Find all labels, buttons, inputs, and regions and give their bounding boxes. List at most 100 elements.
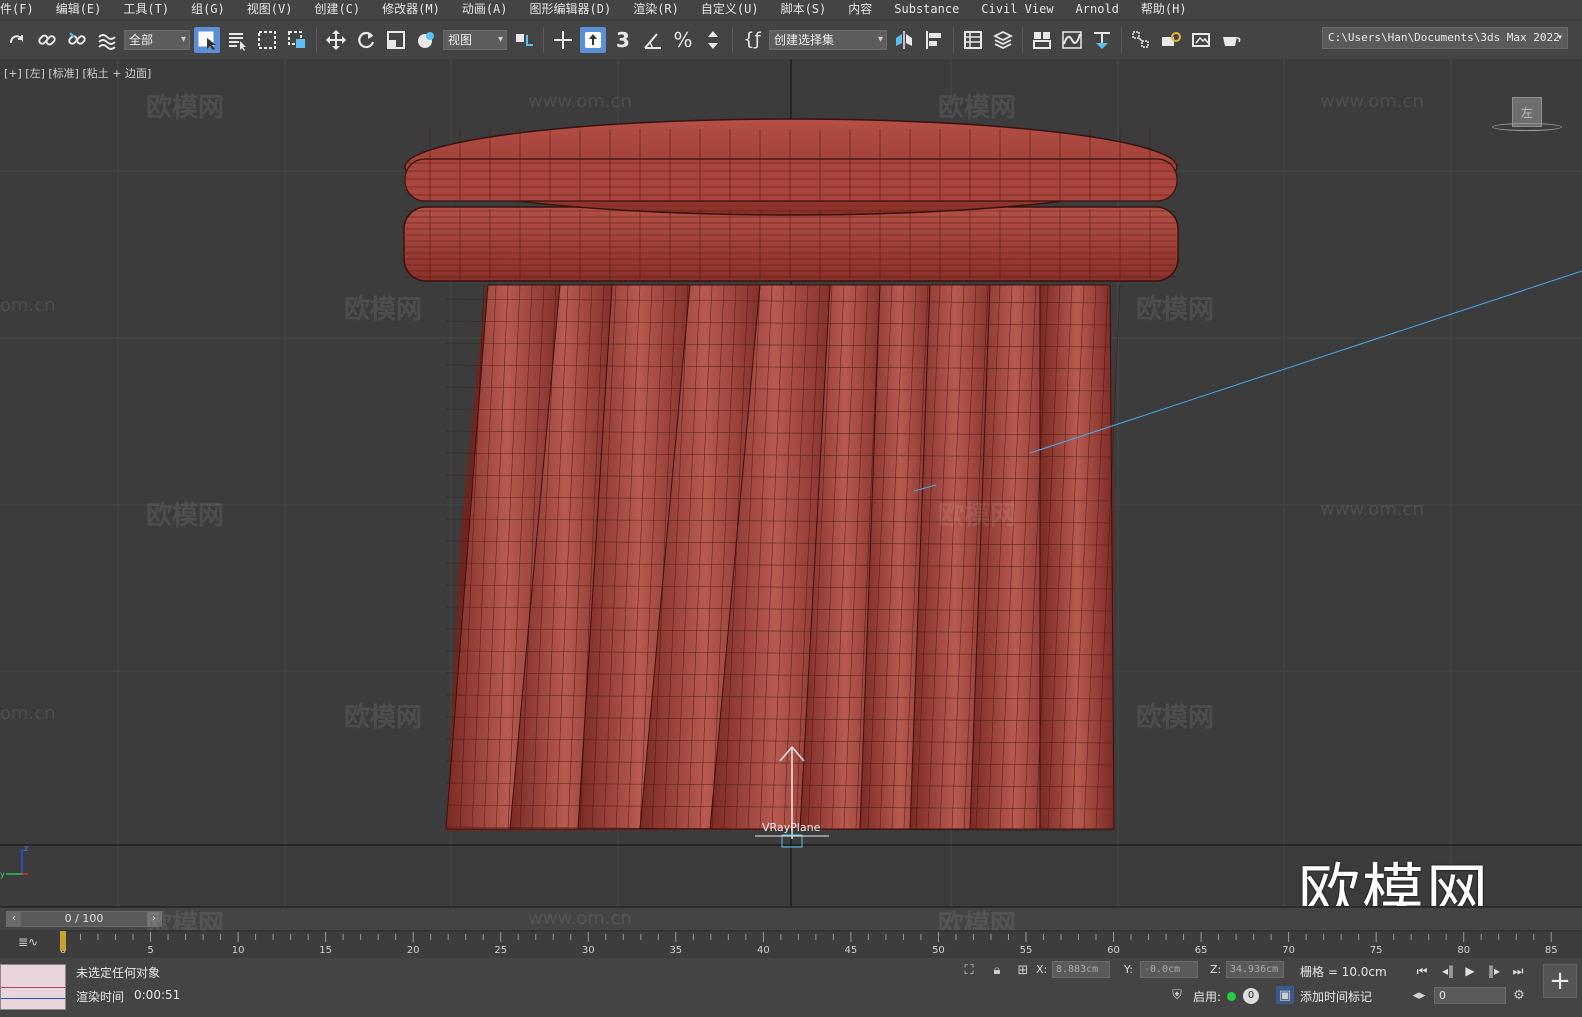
edit-named-selection-icon[interactable]: {ƒ [739, 27, 765, 53]
shield-icon[interactable]: ⛨ [1168, 986, 1186, 1004]
unlink-icon[interactable] [64, 27, 90, 53]
watermark: 欧模网 [1136, 703, 1215, 733]
play-icon[interactable]: ▶ [1460, 963, 1480, 979]
absolute-mode-icon[interactable]: ⊞ [1014, 961, 1032, 979]
align-icon[interactable] [921, 27, 947, 53]
menu-item-7[interactable]: 动画(A) [448, 0, 516, 19]
snaps-toggle-icon[interactable]: 3 [610, 27, 636, 53]
enable-count-badge[interactable]: 0 [1243, 988, 1259, 1004]
tick-label: 80 [1457, 945, 1470, 956]
layer-explorer-icon[interactable] [990, 27, 1016, 53]
move-icon[interactable] [323, 27, 349, 53]
select-by-name-icon[interactable] [224, 27, 250, 53]
rendered-frame-window-icon[interactable] [1188, 27, 1214, 53]
pivot-center-icon[interactable] [511, 27, 537, 53]
menu-item-15[interactable]: Arnold [1062, 0, 1127, 19]
y-coordinate-field[interactable]: -0.0cm [1140, 961, 1198, 978]
maxscript-listener[interactable] [0, 964, 66, 1010]
window-crossing-icon[interactable] [284, 27, 310, 53]
viewcube-ring[interactable] [1492, 123, 1562, 131]
create-panel-icon[interactable]: + [1543, 964, 1577, 998]
render-production-icon[interactable] [1218, 27, 1244, 53]
track-bar[interactable]: ≣∿ 0510152025303540455055606570758085 [0, 930, 1582, 958]
selection-status: 未选定任何对象 [76, 966, 161, 980]
time-slider[interactable]: ‹ 0 / 100 › 欧模网 www.om.cn 欧模网 [0, 908, 1582, 940]
toolbar-separator [543, 26, 544, 53]
watermark: 欧模网 [344, 295, 423, 325]
menu-item-2[interactable]: 工具(T) [109, 0, 177, 19]
project-path-text: C:\Users\Han\Documents\3ds Max 2022 [1328, 31, 1560, 44]
menu-item-1[interactable]: 编辑(E) [42, 0, 110, 19]
current-frame-input[interactable]: 0 [1434, 987, 1506, 1004]
named-selection-dropdown[interactable]: 创建选择集 [769, 29, 887, 50]
chevron-down-icon[interactable]: ▾ [1557, 28, 1563, 48]
time-config-icon[interactable]: ⚙ [1510, 986, 1528, 1004]
menu-item-6[interactable]: 修改器(M) [368, 0, 448, 19]
lock-selection-icon[interactable]: 🔒︎ [988, 961, 1006, 979]
add-time-tag[interactable]: 添加时间标记 [1300, 988, 1372, 1005]
target-line [1029, 270, 1582, 454]
tick-label: 70 [1282, 945, 1295, 956]
mirror-icon[interactable] [891, 27, 917, 53]
key-mode-icon[interactable]: ◂▸ [1410, 986, 1428, 1004]
time-slider-thumb[interactable]: ‹ 0 / 100 › [6, 911, 162, 927]
menu-item-3[interactable]: 组(G) [177, 0, 233, 19]
select-object-icon[interactable] [194, 26, 220, 53]
previous-frame-icon[interactable]: ◂‖ [1438, 963, 1458, 979]
render-setup-icon[interactable] [1158, 27, 1184, 53]
menu-item-10[interactable]: 自定义(U) [687, 0, 767, 19]
isolate-selection-icon[interactable]: ⛶ [960, 961, 978, 979]
viewport-label-menu[interactable]: [+] [左] [标准] [粘土 + 边面] [4, 65, 151, 81]
curve-editor-icon[interactable] [1059, 27, 1085, 53]
cube-icon[interactable]: ▣ [1276, 986, 1294, 1004]
viewcube[interactable]: 左 [1492, 97, 1562, 131]
ribbon-toggle-icon[interactable] [1029, 27, 1055, 53]
place-icon[interactable] [413, 27, 439, 53]
scene-explorer-icon[interactable] [960, 27, 986, 53]
menu-item-9[interactable]: 渲染(R) [619, 0, 687, 19]
spinner-snap-icon[interactable] [700, 27, 726, 53]
angle-snap-icon[interactable] [640, 27, 666, 53]
go-to-end-icon[interactable]: ⏭ [1508, 963, 1528, 979]
select-manipulate-icon[interactable] [550, 27, 576, 53]
rectangular-selection-icon[interactable] [254, 27, 280, 53]
link-icon[interactable] [34, 27, 60, 53]
watermark: 欧模网 [146, 501, 225, 531]
toolbar-separator [316, 26, 317, 53]
chevron-left-icon[interactable]: ‹ [7, 912, 21, 926]
next-frame-icon[interactable]: ‖▸ [1484, 963, 1504, 979]
menu-item-12[interactable]: 内容 [834, 0, 880, 19]
menu-item-16[interactable]: 帮助(H) [1127, 0, 1195, 19]
frame-display: 0 / 100 [64, 912, 104, 925]
percent-snap-icon[interactable]: % [670, 27, 696, 53]
menu-item-14[interactable]: Civil View [967, 0, 1061, 19]
tick-label: 20 [407, 945, 420, 956]
x-coordinate-field[interactable]: 8.883cm [1052, 961, 1110, 978]
watermark: 欧模网 [938, 501, 1017, 531]
stool-model[interactable] [403, 118, 1179, 832]
tick-label: 25 [494, 945, 507, 956]
scale-icon[interactable] [383, 27, 409, 53]
menu-item-11[interactable]: 脚本(S) [767, 0, 835, 19]
toolbar-separator [1121, 26, 1122, 53]
menu-item-13[interactable]: Substance [880, 0, 967, 19]
watermark-url: www.om.cn [528, 91, 632, 112]
go-to-start-icon[interactable]: ⏮ [1412, 963, 1432, 979]
schematic-view-icon[interactable] [1089, 27, 1115, 53]
project-path-field[interactable]: C:\Users\Han\Documents\3ds Max 2022 ▾ [1322, 27, 1568, 49]
viewport-left[interactable]: z y 欧模网 www.om.cn 欧模网 www.om.cn om.cn 欧模… [0, 59, 1582, 907]
rotate-icon[interactable] [353, 27, 379, 53]
menu-item-4[interactable]: 视图(V) [233, 0, 301, 19]
bind-space-warp-icon[interactable] [94, 27, 120, 53]
menu-item-0[interactable]: 件(F) [0, 0, 42, 19]
menu-item-5[interactable]: 创建(C) [300, 0, 368, 19]
menu-item-8[interactable]: 图形编辑器(D) [516, 0, 620, 19]
keyboard-shortcut-override-icon[interactable] [580, 26, 606, 53]
tick-label: 15 [319, 945, 332, 956]
z-coordinate-field[interactable]: 34.936cm [1226, 961, 1284, 978]
watermark-url: om.cn [0, 295, 56, 316]
redo-icon[interactable] [4, 27, 30, 53]
selection-filter-dropdown[interactable]: 全部 [124, 29, 190, 50]
material-editor-icon[interactable] [1128, 27, 1154, 53]
reference-coordinate-dropdown[interactable]: 视图 [443, 29, 507, 50]
